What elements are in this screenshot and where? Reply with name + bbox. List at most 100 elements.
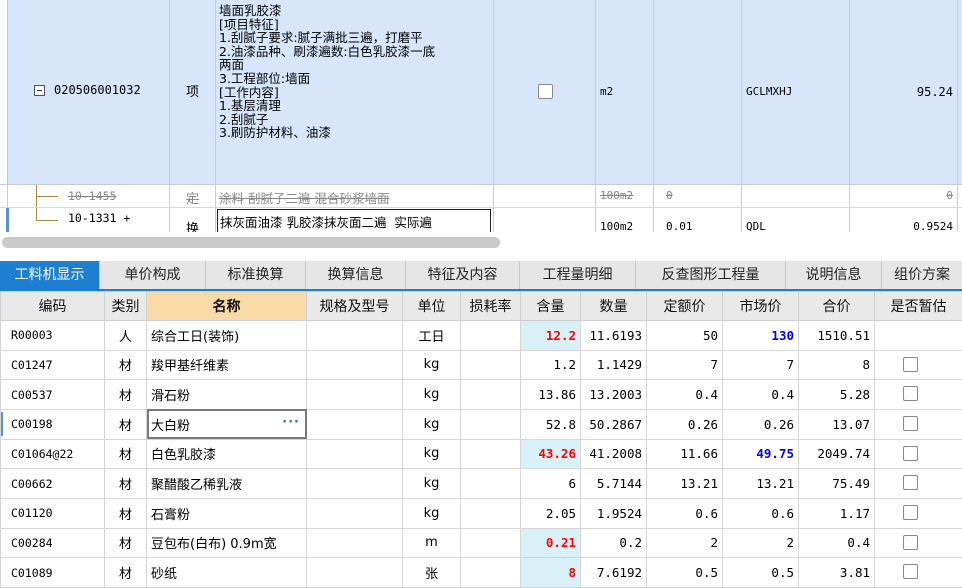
cell-provisional[interactable] xyxy=(874,349,962,381)
cell-content[interactable]: 43.26 xyxy=(520,438,581,470)
table-row[interactable]: R00003 人 综合工日(装饰) 工日 12.2 11.6193 50 130… xyxy=(0,320,962,351)
cell-code[interactable]: C01089 xyxy=(0,557,105,588)
cell-quantity[interactable]: 1.1429 xyxy=(580,349,647,381)
cell-spec[interactable] xyxy=(306,349,403,381)
cell-spec[interactable] xyxy=(306,408,403,440)
provisional-checkbox[interactable] xyxy=(903,564,918,580)
col-provisional[interactable]: 是否暂估 xyxy=(874,291,962,321)
table-row[interactable]: C01120 材 石膏粉 kg 2.05 1.9524 0.6 0.6 1.17 xyxy=(0,497,962,529)
tab-quantity-detail[interactable]: 工程量明细 xyxy=(520,261,636,289)
cell-content[interactable]: 1.2 xyxy=(520,349,581,381)
col-loss-rate[interactable]: 损耗率 xyxy=(460,291,521,321)
cell-provisional[interactable] xyxy=(874,408,962,440)
cell-market-price[interactable]: 13.21 xyxy=(722,468,799,499)
quota-row-selected[interactable]: 10-1331 + 换 抹灰面油漆 乳胶漆抹灰面二遍 实际遍 100m2 0.0… xyxy=(0,208,962,232)
table-row[interactable]: C01064@22 材 白色乳胶漆 kg 43.26 41.2008 11.66… xyxy=(0,438,962,470)
cell-market-price[interactable]: 0.26 xyxy=(722,408,799,440)
cell-category[interactable]: 材 xyxy=(104,468,147,499)
cell-category[interactable]: 材 xyxy=(104,497,147,529)
provisional-checkbox[interactable] xyxy=(903,504,918,520)
tab-conversion-info[interactable]: 换算信息 xyxy=(306,261,406,289)
cell-name[interactable]: 羧甲基纤维素 xyxy=(146,349,307,381)
cell-name-editor[interactable]: 大白粉 ··· xyxy=(146,408,307,440)
cell-category[interactable]: 材 xyxy=(104,349,147,381)
cell-content[interactable]: 12.2 xyxy=(520,320,581,351)
cell-loss[interactable] xyxy=(460,408,521,440)
cell-content[interactable]: 0.21 xyxy=(520,527,581,559)
cell-market-price[interactable]: 0.6 xyxy=(722,497,799,529)
cell-name[interactable]: 聚醋酸乙稀乳液 xyxy=(146,468,307,499)
col-quantity[interactable]: 数量 xyxy=(580,291,647,321)
col-category[interactable]: 类别 xyxy=(104,291,147,321)
table-row[interactable]: C01247 材 羧甲基纤维素 kg 1.2 1.1429 7 7 8 xyxy=(0,349,962,381)
cell-loss[interactable] xyxy=(460,438,521,470)
cell-loss[interactable] xyxy=(460,497,521,529)
cell-content[interactable]: 13.86 xyxy=(520,379,581,410)
cell-unit[interactable]: kg xyxy=(402,349,461,381)
cell-name[interactable]: 石膏粉 xyxy=(146,497,307,529)
cell-category[interactable]: 材 xyxy=(104,438,147,470)
cell-spec[interactable] xyxy=(306,557,403,588)
cell-unit[interactable]: kg xyxy=(402,379,461,410)
cell-market-price[interactable]: 130 xyxy=(722,320,799,351)
cell-provisional[interactable] xyxy=(874,379,962,410)
cell-unit[interactable]: 工日 xyxy=(402,320,461,351)
bill-item-row[interactable]: 020506001032 项 墙面乳胶漆 [项目特征] 1.刮腻子要求:腻子满批… xyxy=(0,0,962,185)
tab-features[interactable]: 特征及内容 xyxy=(406,261,520,289)
table-row-selected[interactable]: C00198 材 大白粉 ··· kg 52.8 50.2867 0.26 0.2… xyxy=(0,408,962,440)
cell-base-price[interactable]: 0.5 xyxy=(646,557,723,588)
cell-code[interactable]: C00198 xyxy=(0,408,105,440)
tab-standard-conversion[interactable]: 标准换算 xyxy=(206,261,306,289)
cell-quantity[interactable]: 5.7144 xyxy=(580,468,647,499)
cell-code[interactable]: C01064@22 xyxy=(0,438,105,470)
more-icon[interactable]: ··· xyxy=(282,415,300,430)
cell-provisional[interactable] xyxy=(874,527,962,559)
cell-loss[interactable] xyxy=(460,468,521,499)
col-name[interactable]: 名称 xyxy=(146,291,307,321)
cell-loss[interactable] xyxy=(460,527,521,559)
cell-code[interactable]: C00537 xyxy=(0,379,105,410)
cell-content[interactable]: 52.8 xyxy=(520,408,581,440)
col-unit[interactable]: 单位 xyxy=(402,291,461,321)
cell-name[interactable]: 砂纸 xyxy=(146,557,307,588)
provisional-checkbox[interactable] xyxy=(903,415,918,431)
cell-quantity[interactable]: 50.2867 xyxy=(580,408,647,440)
scrollbar-thumb[interactable] xyxy=(2,237,500,248)
provisional-checkbox[interactable] xyxy=(903,475,918,491)
cell-quantity[interactable]: 13.2003 xyxy=(580,379,647,410)
cell-base-price[interactable]: 0.4 xyxy=(646,379,723,410)
cell-loss[interactable] xyxy=(460,349,521,381)
cell-base-price[interactable]: 2 xyxy=(646,527,723,559)
cell-unit[interactable]: m xyxy=(402,527,461,559)
quota-description-editor[interactable]: 抹灰面油漆 乳胶漆抹灰面二遍 实际遍 xyxy=(220,212,432,231)
cell-provisional[interactable] xyxy=(874,497,962,529)
cell-code[interactable]: R00003 xyxy=(0,320,105,351)
table-row[interactable]: C00662 材 聚醋酸乙稀乳液 kg 6 5.7144 13.21 13.21… xyxy=(0,468,962,499)
cell-category[interactable]: 材 xyxy=(104,379,147,410)
cell-spec[interactable] xyxy=(306,438,403,470)
cell-quantity[interactable]: 41.2008 xyxy=(580,438,647,470)
cell-quantity[interactable]: 11.6193 xyxy=(580,320,647,351)
cell-loss[interactable] xyxy=(460,320,521,351)
cell-base-price[interactable]: 50 xyxy=(646,320,723,351)
tab-pricing-plan[interactable]: 组价方案 xyxy=(882,261,962,289)
cell-content[interactable]: 2.05 xyxy=(520,497,581,529)
cell-unit[interactable]: kg xyxy=(402,468,461,499)
cell-unit[interactable]: 张 xyxy=(402,557,461,588)
cell-name[interactable]: 豆包布(白布) 0.9m宽 xyxy=(146,527,307,559)
cell-spec[interactable] xyxy=(306,468,403,499)
cell-content[interactable]: 8 xyxy=(520,557,581,588)
tab-resources[interactable]: 工料机显示 xyxy=(0,261,100,289)
cell-quantity[interactable]: 1.9524 xyxy=(580,497,647,529)
cell-market-price[interactable]: 2 xyxy=(722,527,799,559)
cell-base-price[interactable]: 0.6 xyxy=(646,497,723,529)
cell-loss[interactable] xyxy=(460,557,521,588)
provisional-checkbox[interactable] xyxy=(903,386,918,402)
cell-market-price[interactable]: 49.75 xyxy=(722,438,799,470)
quota-row-deleted[interactable]: 10-1455 定 涂料 刮腻子二遍 混合砂浆墙面 100m2 0 0 xyxy=(0,185,962,208)
provisional-checkbox[interactable] xyxy=(903,445,918,461)
cell-unit[interactable]: kg xyxy=(402,497,461,529)
cell-unit[interactable]: kg xyxy=(402,438,461,470)
tab-unit-price[interactable]: 单价构成 xyxy=(100,261,206,289)
col-base-price[interactable]: 定额价 xyxy=(646,291,723,321)
